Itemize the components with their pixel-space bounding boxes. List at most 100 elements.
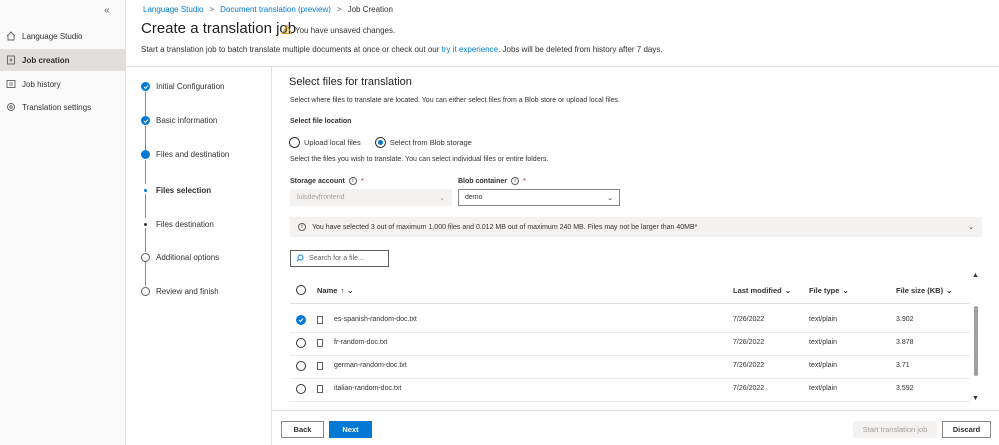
chevron-down-icon: ⌄	[607, 194, 613, 202]
discard-button[interactable]: Discard	[942, 421, 991, 438]
required-mark: *	[523, 177, 526, 185]
search-placeholder: Search for a file...	[309, 255, 364, 262]
file-icon	[317, 316, 323, 326]
radio-label: Select from Blob storage	[389, 138, 472, 147]
upload-local-radio[interactable]: Upload local files	[289, 137, 361, 148]
table-row[interactable]: fr-random-doc.txt 7/26/2022 text/plain 3…	[290, 333, 970, 356]
scrollbar-thumb[interactable]	[974, 306, 978, 376]
info-icon[interactable]: i	[348, 177, 357, 185]
info-icon[interactable]: i	[511, 177, 520, 185]
column-header-file-type[interactable]: File type ⌄	[809, 286, 849, 295]
checkbox-circle	[296, 384, 306, 394]
step-label: Initial Configuration	[156, 82, 225, 91]
double-chevron-left-icon[interactable]: «	[104, 5, 110, 16]
checkbox-circle	[296, 338, 306, 348]
step-additional-options[interactable]: Additional options	[141, 253, 219, 262]
file-icon	[317, 362, 323, 372]
radio-circle	[289, 137, 300, 148]
chevron-down-icon: ⌄	[347, 286, 354, 295]
scroll-down-arrow-icon[interactable]: ▼	[972, 395, 979, 402]
step-initial-configuration[interactable]: Initial Configuration	[141, 82, 224, 91]
scroll-up-arrow-icon[interactable]: ▲	[972, 272, 979, 279]
step-label: Additional options	[156, 253, 220, 262]
table-row[interactable]: es-spanish-random-doc.txt 7/26/2022 text…	[290, 310, 970, 333]
file-name: italian-random-doc.txt	[334, 385, 402, 392]
nav-item-language-studio[interactable]: Language Studio	[0, 25, 126, 47]
table-row[interactable]: german-random-doc.txt 7/26/2022 text/pla…	[290, 356, 970, 379]
file-icon	[317, 385, 323, 395]
nav-item-label: Job creation	[22, 55, 70, 65]
document-add-icon	[6, 55, 16, 65]
chevron-down-icon: ⌄	[439, 194, 445, 202]
start-translation-job-button[interactable]: Start translation job	[853, 421, 937, 438]
intro-text-post: . Jobs will be deleted from history afte…	[498, 45, 663, 54]
file-type: text/plain	[809, 339, 838, 346]
next-button[interactable]: Next	[329, 421, 372, 438]
nav-item-job-history[interactable]: Job history	[0, 73, 126, 95]
step-connector	[145, 160, 146, 184]
column-header-label: Name	[317, 286, 338, 295]
sort-ascending-icon: ↑	[340, 286, 345, 295]
column-header-last-modified[interactable]: Last modified ⌄	[733, 286, 791, 295]
step-connector	[145, 194, 146, 218]
column-header-label: File size (KB)	[896, 286, 944, 295]
breadcrumb: Language Studio > Document translation (…	[143, 5, 393, 14]
list-icon	[6, 79, 16, 89]
step-files-selection[interactable]: Files selection	[141, 186, 211, 195]
nav-item-job-creation[interactable]: Job creation	[0, 49, 126, 71]
search-input[interactable]: Search for a file...	[290, 250, 389, 267]
substep-dot	[144, 189, 147, 192]
storage-account-value: luisdevfrontend	[297, 194, 345, 201]
blob-container-value: demo	[465, 194, 483, 201]
radio-circle	[374, 137, 386, 148]
back-button[interactable]: Back	[281, 421, 324, 438]
intro-text-pre: Start a translation job to batch transla…	[141, 45, 442, 54]
selection-info-bar[interactable]: i You have selected 3 out of maximum 1,0…	[290, 217, 982, 237]
nav-item-translation-settings[interactable]: Translation settings	[0, 96, 126, 118]
column-header-label: Last modified	[733, 286, 782, 295]
blob-container-select[interactable]: demo ⌄	[458, 189, 620, 206]
chevron-down-icon: ⌄	[842, 286, 849, 295]
row-checkbox[interactable]	[296, 361, 306, 373]
gear-icon	[6, 102, 16, 112]
divider	[126, 66, 999, 67]
breadcrumb-link-language-studio[interactable]: Language Studio	[143, 5, 204, 14]
blob-storage-radio[interactable]: Select from Blob storage	[374, 137, 472, 148]
last-modified: 7/26/2022	[733, 385, 765, 392]
file-size: 3.902	[896, 316, 914, 323]
row-checkbox[interactable]	[296, 338, 306, 350]
row-checkbox[interactable]	[296, 384, 306, 396]
file-name: german-random-doc.txt	[334, 362, 407, 369]
step-connector	[145, 228, 146, 252]
row-checkbox[interactable]	[296, 315, 306, 325]
divider	[290, 303, 970, 304]
warning-icon	[281, 24, 293, 36]
chevron-down-icon[interactable]: ⌄	[968, 223, 974, 231]
left-nav: « Language Studio Job creation Job histo…	[0, 0, 126, 445]
storage-account-select[interactable]: luisdevfrontend ⌄	[290, 189, 452, 206]
select-all-checkbox[interactable]	[296, 285, 306, 295]
info-icon: i	[298, 223, 306, 231]
step-basic-information[interactable]: Basic information	[141, 116, 217, 125]
file-location-label: Select file location	[290, 118, 352, 125]
table-row[interactable]: italian-random-doc.txt 7/26/2022 text/pl…	[290, 379, 970, 402]
column-header-name[interactable]: Name ↑ ⌄	[317, 286, 353, 295]
step-files-destination[interactable]: Files destination	[141, 220, 214, 229]
step-connector	[145, 262, 146, 286]
section-description: Select where files to translate are loca…	[290, 97, 620, 104]
substep-dot	[144, 223, 147, 226]
column-header-file-size[interactable]: File size (KB) ⌄	[896, 286, 952, 295]
home-icon	[6, 31, 16, 41]
file-type: text/plain	[809, 385, 838, 392]
file-name: fr-random-doc.txt	[334, 339, 388, 346]
step-files-and-destination[interactable]: Files and destination	[141, 150, 229, 159]
file-size: 3.71	[896, 362, 910, 369]
step-review-and-finish[interactable]: Review and finish	[141, 287, 219, 296]
page-title: Create a translation job	[141, 20, 297, 37]
step-label: Files selection	[156, 186, 212, 195]
checkmark-icon	[296, 315, 306, 325]
try-it-link[interactable]: try it experience	[442, 45, 498, 54]
divider	[272, 410, 999, 411]
breadcrumb-link-document-translation[interactable]: Document translation (preview)	[220, 5, 331, 14]
files-description: Select the files you wish to translate. …	[290, 156, 549, 163]
